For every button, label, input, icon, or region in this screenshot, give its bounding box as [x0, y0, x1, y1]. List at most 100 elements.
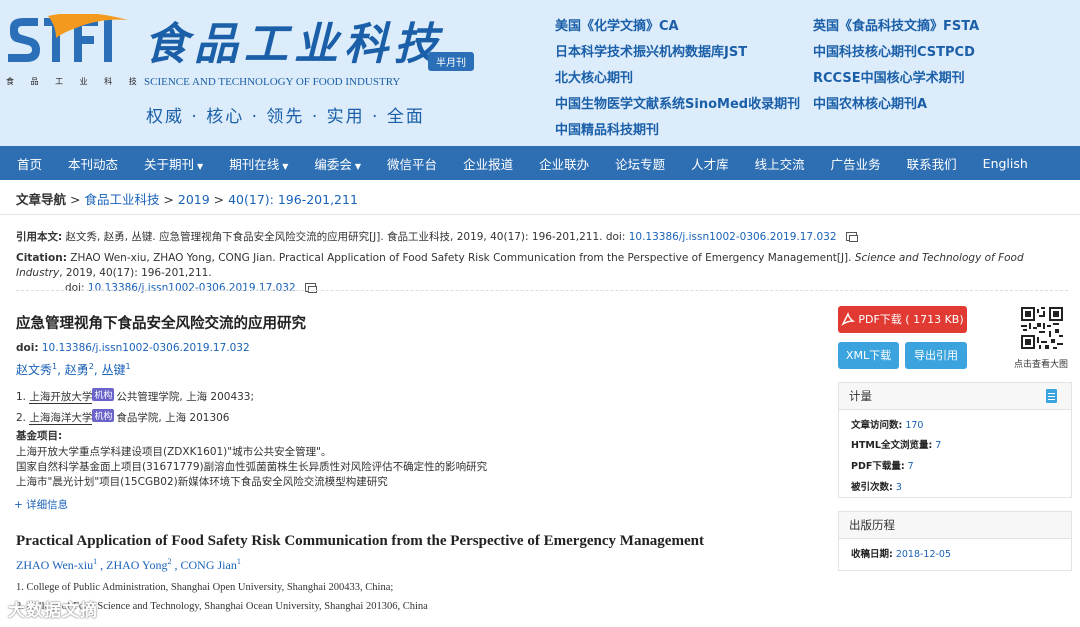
- nav-item[interactable]: 关于期刊 ▼: [131, 154, 216, 173]
- nav-item-label: 关于期刊: [144, 156, 195, 172]
- nav-item-label: 编委会: [314, 156, 352, 172]
- stat-citations: 被引次数: 3: [851, 479, 902, 493]
- author-list-en: ZHAO Wen-xiu1 , ZHAO Yong2 , CONG Jian1: [16, 557, 241, 573]
- main-nav: 首页 本刊动态 关于期刊 ▼ 期刊在线 ▼ 编委会 ▼ 微信平台 企业报道 企业联办 论坛专题 人才库线…: [0, 146, 1080, 180]
- org-tag[interactable]: 机构: [92, 409, 115, 422]
- author-link[interactable]: ZHAO Yong2: [106, 557, 171, 572]
- doi-link[interactable]: 10.13386/j.issn1002-0306.2019.17.032: [42, 342, 250, 354]
- document-icon[interactable]: [1046, 389, 1057, 403]
- nav-item[interactable]: 论坛专题: [602, 154, 678, 173]
- nav-item[interactable]: 广告业务: [818, 154, 894, 173]
- author-link[interactable]: ZHAO Wen-xiu1: [16, 557, 97, 572]
- site-header: 食 品 工 业 科 技 食品工业科技 半月刊 SCIENCE AND TECHN…: [0, 0, 1080, 146]
- breadcrumb-issue-link[interactable]: 40(17): 196-201,211: [228, 192, 358, 207]
- stat-label: HTML全文浏览量:: [851, 440, 933, 451]
- author-link[interactable]: 丛键1: [102, 362, 131, 377]
- more-info-link[interactable]: + 详细信息: [14, 497, 68, 512]
- nav-item[interactable]: 本刊动态: [55, 154, 131, 173]
- breadcrumb-separator: >: [209, 192, 229, 207]
- affiliation-num: 2.: [16, 412, 27, 424]
- fund-item: 上海开放大学重点学科建设项目(ZDXK1601)"城市公共安全管理"。: [16, 446, 332, 458]
- stats-title: 计量: [849, 389, 872, 403]
- breadcrumb-journal-link[interactable]: 食品工业科技: [84, 192, 159, 207]
- semimonthly-badge: 半月刊: [428, 52, 474, 71]
- affiliation-rest: 食品学院, 上海 201306: [116, 412, 230, 424]
- author-separator: ,: [93, 363, 102, 377]
- stat-label: 文章访问数:: [851, 420, 903, 431]
- nav-item[interactable]: 首页: [4, 154, 55, 173]
- nav-item-label: 首页: [17, 156, 43, 172]
- nav-item-label: 微信平台: [387, 156, 438, 172]
- stat-value[interactable]: 7: [908, 461, 914, 472]
- logo-subtitle: 食 品 工 业 科 技: [6, 77, 144, 86]
- citation-en-doi-link[interactable]: 10.13386/j.issn1002-0306.2019.17.032: [88, 282, 296, 294]
- citation-en-label: Citation:: [16, 252, 67, 264]
- stat-html-views: HTML全文浏览量: 7: [851, 437, 941, 451]
- affiliation-rest: 公共管理学院, 上海 200433;: [116, 391, 255, 403]
- author-link[interactable]: CONG Jian1: [181, 557, 241, 572]
- journal-slogan: 权威 · 核心 · 领先 · 实用 · 全面: [146, 107, 425, 127]
- stat-value[interactable]: 7: [935, 440, 941, 451]
- divider: [0, 214, 1080, 215]
- copy-icon[interactable]: [845, 232, 858, 242]
- journal-title-en: SCIENCE AND TECHNOLOGY OF FOOD INDUSTRY: [144, 76, 401, 88]
- index-right-item: 中国农林核心期刊A: [813, 97, 928, 112]
- index-list-right: 英国《食品科技文摘》FSTA 中国科技核心期刊CSTPCD RCCSE中国核心学术期…: [813, 14, 979, 118]
- index-left-item: 中国精品科技期刊: [555, 123, 660, 138]
- affiliation-en-1: 1. College of Public Administration, Sha…: [16, 582, 394, 593]
- index-list-left: 美国《化学文摘》CA 日本科学技术振兴机构数据库JST 北大核心期刊 中国生物医学文献…: [555, 14, 800, 144]
- caret-down-icon: ▼: [282, 161, 289, 171]
- index-left-item: 美国《化学文摘》CA: [555, 19, 679, 34]
- org-link[interactable]: 上海海洋大学: [29, 412, 93, 425]
- author-affil-sup: 1: [125, 362, 131, 371]
- author-separator: ,: [97, 558, 107, 572]
- nav-item[interactable]: 企业联办: [526, 154, 602, 173]
- nav-item[interactable]: 线上交流: [742, 154, 818, 173]
- citation-cn-doi-link[interactable]: 10.13386/j.issn1002-0306.2019.17.032: [629, 231, 837, 243]
- index-right-item: 英国《食品科技文摘》FSTA: [813, 19, 980, 34]
- article-title-cn: 应急管理视角下食品安全风险交流的应用研究: [16, 316, 306, 332]
- stat-value[interactable]: 3: [896, 482, 902, 493]
- nav-item-label: 论坛专题: [615, 156, 666, 172]
- export-citation-button[interactable]: 导出引用: [905, 342, 967, 369]
- author-link[interactable]: 赵文秀1: [16, 362, 57, 377]
- history-panel: 出版历程 收稿日期: 2018-12-05: [838, 511, 1072, 571]
- history-panel-header: 出版历程: [839, 512, 1071, 539]
- author-list-cn: 赵文秀1, 赵勇2, 丛键1: [16, 361, 131, 378]
- index-right-item: 中国科技核心期刊CSTPCD: [813, 45, 975, 60]
- stat-value[interactable]: 170: [905, 420, 923, 431]
- pdf-download-button[interactable]: PDF下载 ( 1713 KB): [838, 306, 967, 333]
- nav-item[interactable]: English: [970, 156, 1041, 171]
- org-tag[interactable]: 机构: [92, 388, 115, 401]
- watermark: 大数据文摘: [8, 601, 98, 621]
- nav-item[interactable]: 联系我们: [894, 154, 970, 173]
- nav-item[interactable]: 编委会 ▼: [301, 154, 374, 173]
- affiliation-1: 1. 上海开放大学 机构 公共管理学院, 上海 200433;: [16, 388, 254, 404]
- stat-visits: 文章访问数: 170: [851, 417, 923, 431]
- author-separator: ,: [57, 363, 65, 377]
- nav-item-label: 本刊动态: [68, 156, 119, 172]
- fund-item: 上海市"晨光计划"项目(15CGB02)新媒体环境下食品安全风险交流模型构建研究: [16, 476, 388, 488]
- breadcrumb-year-link[interactable]: 2019: [178, 192, 210, 207]
- breadcrumb: 文章导航 > 食品工业科技 > 2019 > 40(17): 196-201,2…: [16, 189, 358, 208]
- caret-down-icon: ▼: [197, 161, 204, 171]
- author-link[interactable]: 赵勇2: [65, 362, 94, 377]
- citation-en-text: ZHAO Wen-xiu, ZHAO Yong, CONG Jian. Prac…: [70, 252, 852, 264]
- qr-code[interactable]: [1021, 307, 1063, 349]
- xml-download-button[interactable]: XML下载: [838, 342, 899, 369]
- breadcrumb-separator: >: [159, 192, 178, 207]
- index-left-item: 日本科学技术振兴机构数据库JST: [555, 45, 748, 60]
- nav-item[interactable]: 企业报道: [450, 154, 526, 173]
- article-doi: doi: 10.13386/j.issn1002-0306.2019.17.03…: [16, 342, 250, 354]
- org-link[interactable]: 上海开放大学: [29, 391, 93, 404]
- nav-item-label: 人才库: [691, 156, 729, 172]
- nav-item[interactable]: 人才库: [678, 154, 742, 173]
- journal-title-cn: 食品工业科技: [144, 19, 444, 70]
- divider: [16, 290, 1068, 291]
- history-value: 2018-12-05: [895, 549, 952, 560]
- history-received: 收稿日期: 2018-12-05: [851, 546, 951, 560]
- nav-item-label: English: [982, 155, 1028, 171]
- pdf-icon: [841, 312, 856, 326]
- nav-item[interactable]: 微信平台: [374, 154, 450, 173]
- nav-item[interactable]: 期刊在线 ▼: [216, 154, 301, 173]
